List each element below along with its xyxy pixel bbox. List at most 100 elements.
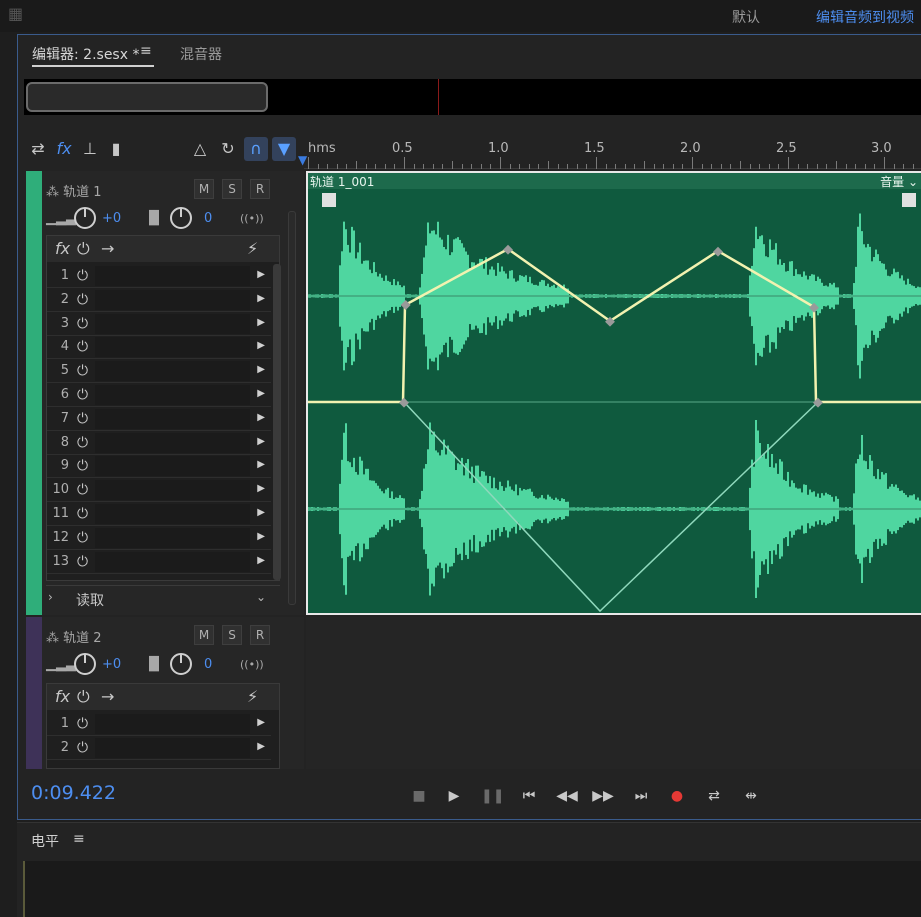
track-2-volume-value[interactable]: +0 bbox=[102, 657, 121, 672]
workspace-default-tab[interactable]: 默认 bbox=[732, 7, 760, 27]
metronome-icon[interactable]: △ bbox=[188, 137, 212, 161]
fx-slot-field[interactable] bbox=[95, 480, 250, 501]
fx-slot-field[interactable] bbox=[95, 313, 250, 334]
fx-slot-field[interactable] bbox=[95, 737, 250, 758]
magnet-icon[interactable]: ∩ bbox=[244, 137, 268, 161]
fx-slot-field[interactable] bbox=[95, 527, 250, 548]
track-2-record-button[interactable]: R bbox=[250, 625, 270, 645]
fx-slot[interactable]: 1 ⏻ ▶ bbox=[47, 264, 271, 288]
fx-slot-field[interactable] bbox=[95, 289, 250, 310]
track-1-record-button[interactable]: R bbox=[250, 179, 270, 199]
track-2-pan-value[interactable]: 0 bbox=[204, 657, 212, 672]
track-1-volume-value[interactable]: +0 bbox=[102, 211, 121, 226]
panel-menu-icon[interactable]: ≡ bbox=[73, 831, 85, 847]
insert-icon[interactable]: → bbox=[101, 239, 114, 258]
audio-clip[interactable]: 轨道 1_001 音量 ⌄ bbox=[306, 171, 921, 615]
power-icon[interactable]: ⏻ bbox=[77, 716, 88, 732]
track-1-name[interactable]: 轨道 1 bbox=[63, 185, 101, 200]
fx-slot[interactable]: 11 ⏻ ▶ bbox=[47, 502, 271, 526]
chevron-right-icon[interactable]: ▶ bbox=[257, 340, 265, 351]
loop-playback-icon[interactable]: ⇄ bbox=[703, 785, 725, 807]
timecode-display[interactable]: 0:09.422 bbox=[31, 782, 116, 804]
panel-menu-icon[interactable]: ≡ bbox=[140, 43, 152, 59]
fx-slot-field[interactable] bbox=[95, 385, 250, 405]
chevron-right-icon[interactable]: ▶ bbox=[257, 717, 265, 728]
tab-editor[interactable]: 编辑器: 2.sesx * bbox=[32, 44, 139, 64]
fx-slot[interactable]: 10 ⏻ ▶ bbox=[47, 478, 271, 503]
power-icon[interactable]: ⏻ bbox=[77, 530, 88, 546]
chevron-right-icon[interactable]: ▶ bbox=[257, 412, 265, 423]
fx-slot[interactable]: 1 ⏻ ▶ bbox=[47, 712, 271, 736]
meter-icon[interactable]: ▮ bbox=[104, 137, 128, 161]
chevron-right-icon[interactable]: ▶ bbox=[257, 531, 265, 542]
time-ruler[interactable]: hms 0.5 1.0 1.5 2.0 2.5 3.0 ▼ bbox=[298, 135, 921, 169]
fx-slot-field[interactable] bbox=[95, 504, 250, 524]
track-1-height-handle[interactable] bbox=[288, 211, 296, 605]
fx-slot-field[interactable] bbox=[95, 551, 250, 572]
stop-icon[interactable]: ■ bbox=[408, 785, 430, 807]
track-2-pan-knob[interactable] bbox=[170, 653, 192, 675]
chevron-down-icon[interactable]: ⌄ bbox=[256, 590, 266, 604]
fx-icon[interactable]: fx bbox=[52, 137, 76, 161]
overview-zoom-handle[interactable] bbox=[26, 82, 268, 112]
power-icon[interactable]: ⏻ bbox=[77, 268, 88, 284]
power-icon[interactable]: ⏻ bbox=[77, 482, 88, 498]
power-icon[interactable]: ⏻ bbox=[77, 435, 88, 451]
fx-slot[interactable]: 5 ⏻ ▶ bbox=[47, 359, 271, 384]
track-2-output-icon[interactable]: ((•)) bbox=[240, 658, 264, 671]
power-icon[interactable]: ⏻ bbox=[77, 292, 88, 308]
chevron-right-icon[interactable]: ▶ bbox=[257, 317, 265, 328]
track-2-name[interactable]: 轨道 2 bbox=[63, 631, 101, 646]
chevron-right-icon[interactable]: ▶ bbox=[257, 436, 265, 447]
lightning-icon[interactable]: ⚡ bbox=[247, 687, 258, 706]
power-icon[interactable]: ⏻ bbox=[77, 411, 88, 427]
fx-slot[interactable]: 9 ⏻ ▶ bbox=[47, 454, 271, 479]
fx-slot-field[interactable] bbox=[95, 337, 250, 358]
power-icon[interactable]: ⏻ bbox=[77, 506, 88, 522]
skip-silence-icon[interactable]: ⇹ bbox=[740, 785, 762, 807]
chevron-right-icon[interactable]: ▶ bbox=[257, 459, 265, 470]
power-icon[interactable]: ⏻ bbox=[77, 239, 90, 259]
track-2-volume-knob[interactable] bbox=[74, 653, 96, 675]
fx-rack-scrollbar[interactable] bbox=[273, 264, 281, 580]
fx-slot-field[interactable] bbox=[95, 432, 250, 453]
power-icon[interactable]: ⏻ bbox=[77, 316, 88, 332]
fx-slot[interactable]: 12 ⏻ ▶ bbox=[47, 526, 271, 550]
loop-icon[interactable]: ↻ bbox=[216, 137, 240, 161]
fx-slot-field[interactable] bbox=[95, 361, 250, 382]
power-icon[interactable]: ⏻ bbox=[77, 458, 88, 474]
chevron-right-icon[interactable]: ▶ bbox=[257, 507, 265, 518]
chevron-right-icon[interactable]: ▶ bbox=[257, 741, 265, 752]
record-icon[interactable]: ● bbox=[666, 785, 688, 807]
lightning-icon[interactable]: ⚡ bbox=[247, 239, 258, 258]
skip-forward-icon[interactable]: ⏭ bbox=[630, 785, 652, 807]
track-1-output-icon[interactable]: ((•)) bbox=[240, 212, 264, 225]
fx-slot[interactable]: 3 ⏻ ▶ bbox=[47, 312, 271, 336]
marker-icon[interactable]: ▼ bbox=[272, 137, 296, 161]
track-1-volume-knob[interactable] bbox=[74, 207, 96, 229]
clip-volume-dropdown[interactable]: 音量 ⌄ bbox=[880, 173, 918, 190]
automation-mode-select[interactable]: 读取 bbox=[76, 590, 104, 610]
power-icon[interactable]: ⏻ bbox=[77, 740, 88, 756]
chevron-right-icon[interactable]: ▶ bbox=[257, 555, 265, 566]
track-1-mute-button[interactable]: M bbox=[194, 179, 214, 199]
fx-slot[interactable]: 13 ⏻ ▶ bbox=[47, 550, 271, 574]
track-2-mute-button[interactable]: M bbox=[194, 625, 214, 645]
power-icon[interactable]: ⏻ bbox=[77, 339, 88, 355]
fx-slot-field[interactable] bbox=[95, 408, 250, 429]
pause-icon[interactable]: ❚❚ bbox=[481, 785, 504, 807]
tab-mixer[interactable]: 混音器 bbox=[180, 44, 222, 64]
workspace-video-tab[interactable]: 编辑音频到视频 bbox=[816, 7, 914, 27]
rewind-icon[interactable]: ◀◀ bbox=[556, 785, 578, 807]
send-icon[interactable]: ⊥ bbox=[78, 137, 102, 161]
power-icon[interactable]: ⏻ bbox=[77, 554, 88, 570]
fx-slot[interactable]: 4 ⏻ ▶ bbox=[47, 335, 271, 360]
track-2-lane[interactable] bbox=[306, 617, 921, 769]
power-icon[interactable]: ⏻ bbox=[77, 363, 88, 379]
fast-forward-icon[interactable]: ▶▶ bbox=[592, 785, 614, 807]
track-1-pan-value[interactable]: 0 bbox=[204, 211, 212, 226]
skip-back-icon[interactable]: ⏮ bbox=[518, 785, 540, 807]
chevron-right-icon[interactable]: ▶ bbox=[257, 364, 265, 375]
chevron-right-icon[interactable]: ▶ bbox=[257, 269, 265, 280]
insert-icon[interactable]: → bbox=[101, 687, 114, 706]
